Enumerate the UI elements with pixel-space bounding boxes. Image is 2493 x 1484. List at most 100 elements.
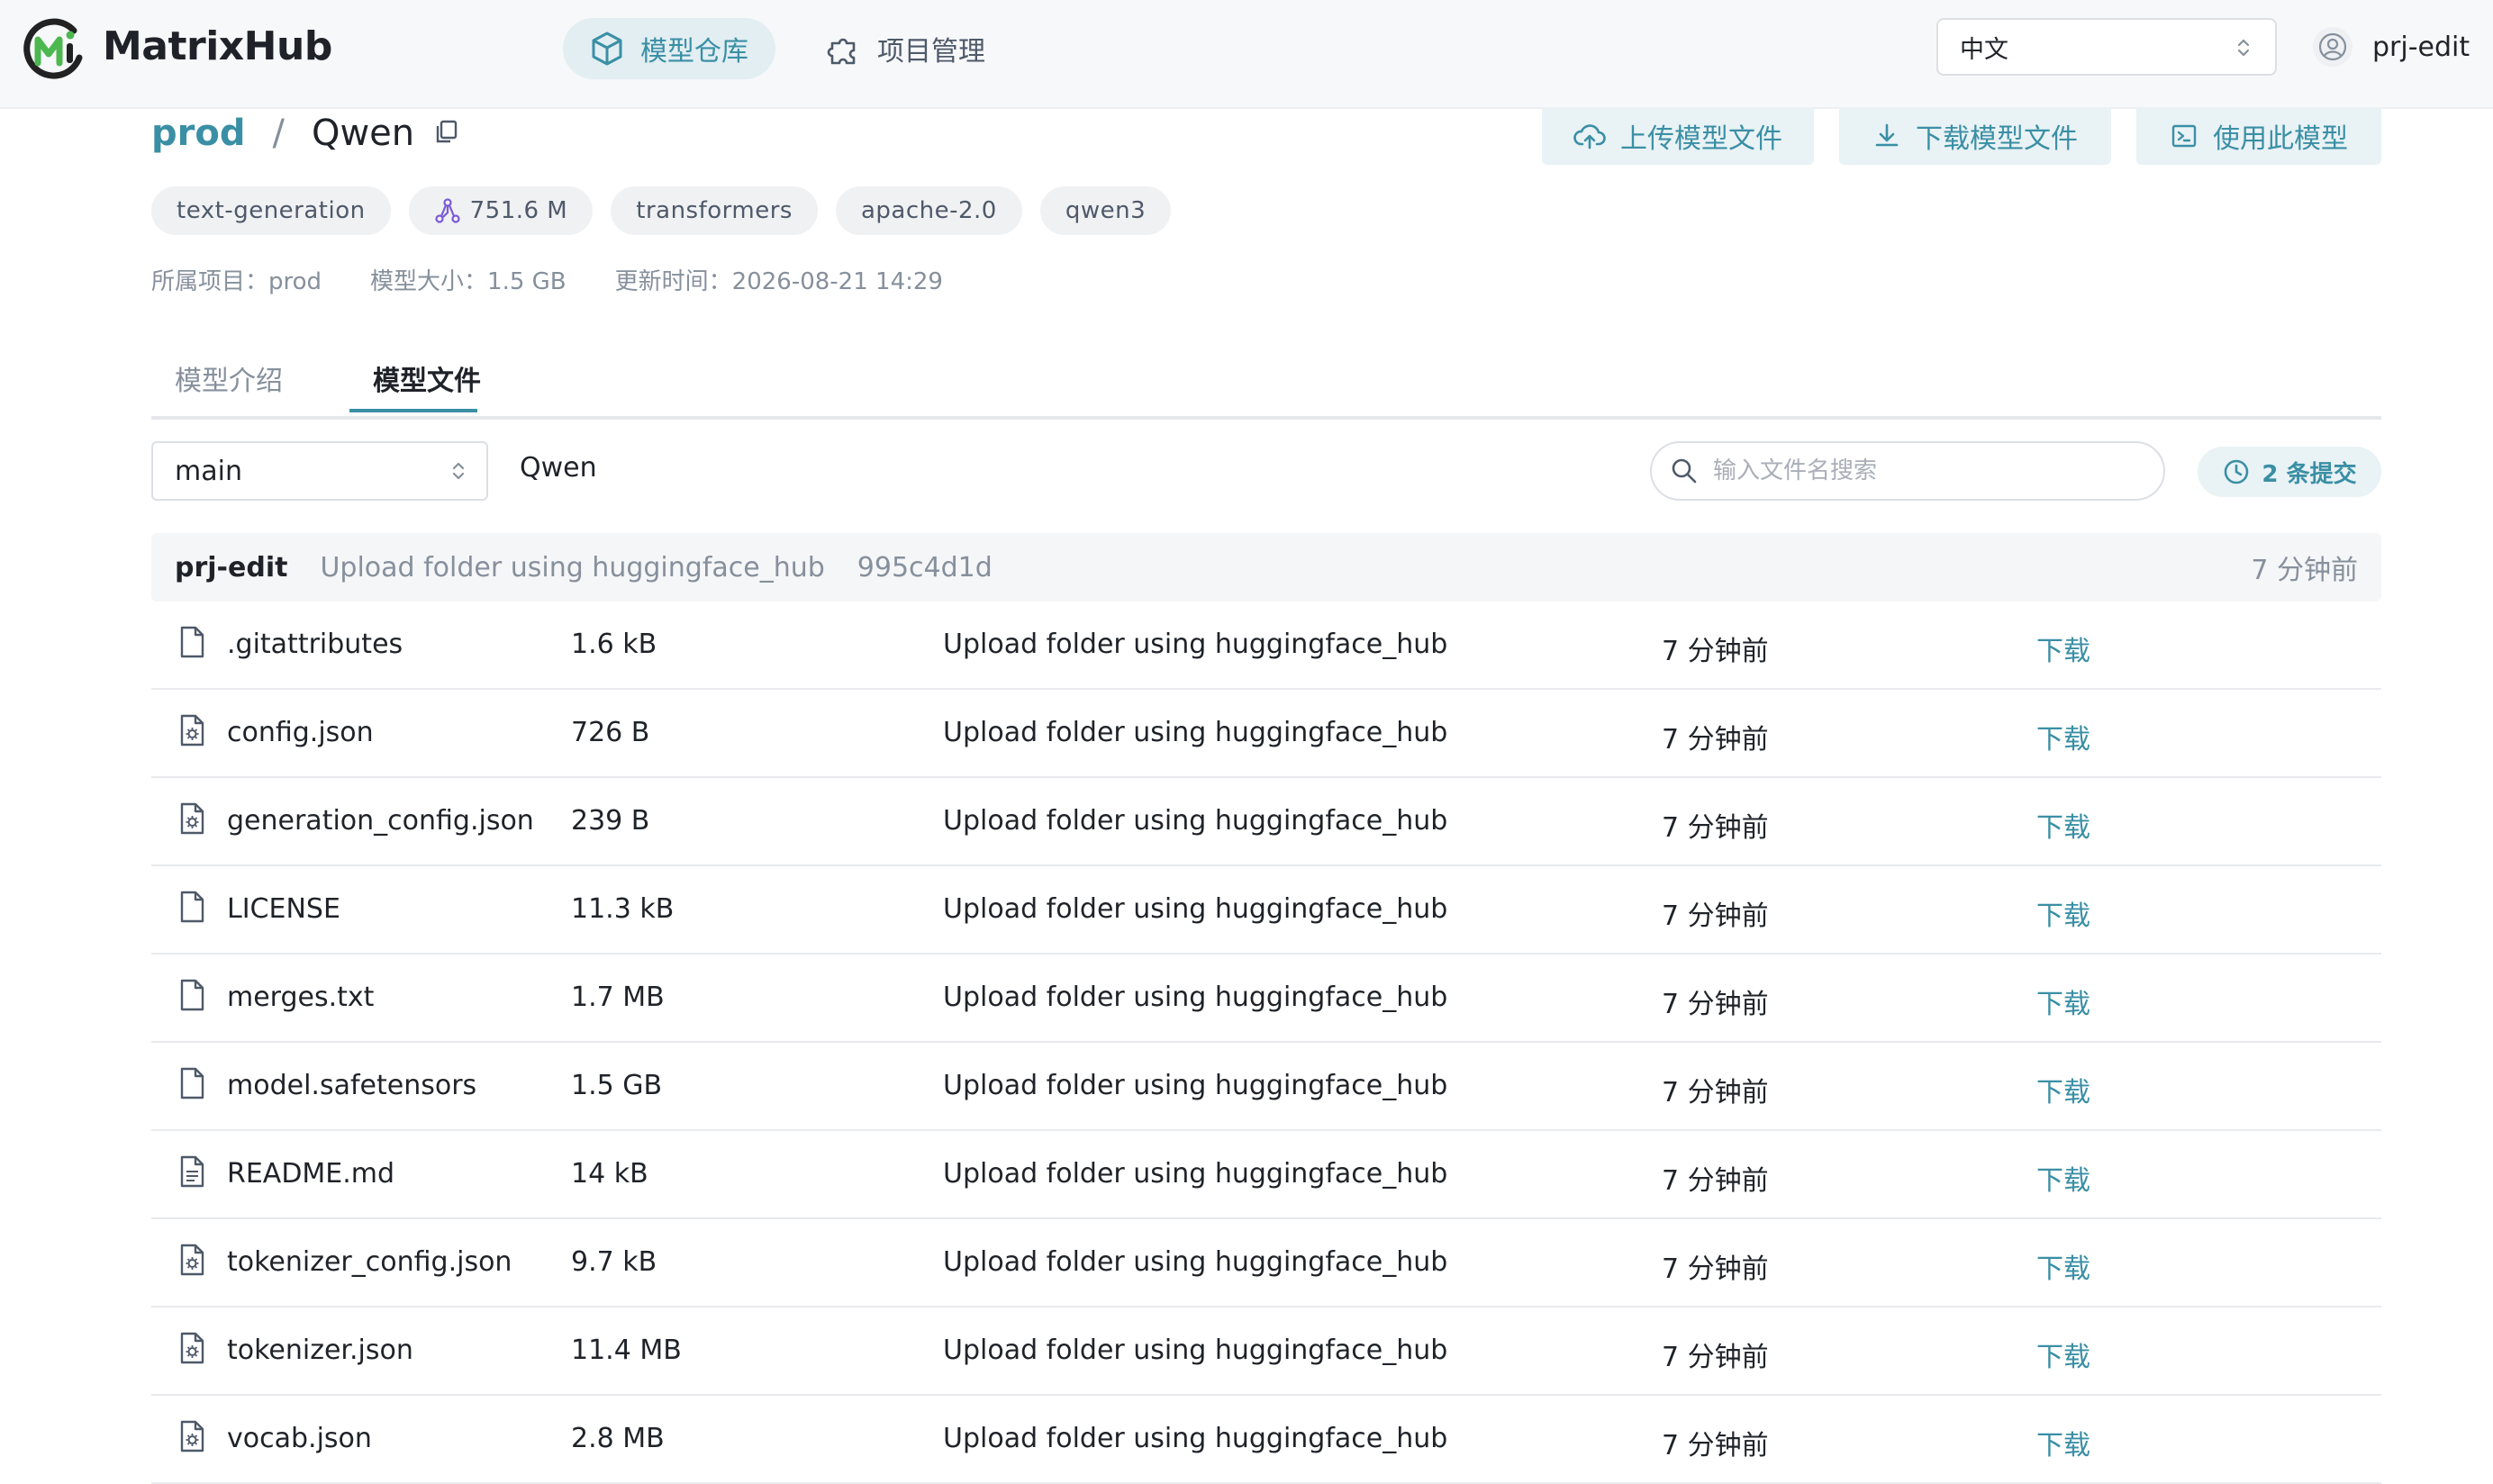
tag-model-type[interactable]: qwen3	[1039, 186, 1172, 235]
download-link[interactable]: 下载	[2036, 1246, 2090, 1286]
commit-author: prj-edit	[175, 551, 288, 584]
commit-time: 7 分钟前	[2251, 555, 2358, 586]
top-nav: MatrixHub 模型仓库 项目管理 中文 prj-edit	[0, 0, 2493, 109]
table-row: .gitattributes 1.6 kB Upload folder usin…	[151, 602, 2381, 690]
download-link[interactable]: 下载	[2036, 629, 2090, 668]
tab-model-intro[interactable]: 模型介绍	[175, 358, 283, 398]
download-link[interactable]: 下载	[2036, 1070, 2090, 1109]
search-input[interactable]	[1711, 457, 2138, 485]
content-tabs: 模型介绍 模型文件	[151, 353, 2381, 420]
language-select[interactable]: 中文	[1936, 18, 2277, 76]
file-name[interactable]: config.json	[227, 717, 374, 748]
download-label: 下载模型文件	[1916, 123, 2078, 155]
file-commit-message: Upload folder using huggingface_hub	[943, 1335, 1448, 1366]
file-size: 9.7 kB	[571, 1246, 657, 1278]
brand-name[interactable]: MatrixHub	[103, 23, 332, 69]
file-size: 1.7 MB	[571, 982, 665, 1013]
file-commit-message: Upload folder using huggingface_hub	[943, 717, 1448, 748]
nav-tab-label: 模型仓库	[640, 36, 748, 68]
download-model-files-button[interactable]: 下载模型文件	[1839, 107, 2111, 165]
tag-label: apache-2.0	[860, 197, 997, 224]
breadcrumb-separator: /	[272, 113, 285, 154]
file-name[interactable]: generation_config.json	[227, 805, 534, 837]
tag-task[interactable]: text-generation	[151, 186, 391, 235]
tag-library[interactable]: transformers	[611, 186, 818, 235]
config-file-icon	[177, 1243, 207, 1284]
file-name[interactable]: tokenizer.json	[227, 1335, 413, 1366]
download-link[interactable]: 下载	[2036, 893, 2090, 933]
tab-model-files[interactable]: 模型文件	[373, 358, 481, 398]
file-commit-message: Upload folder using huggingface_hub	[943, 1158, 1448, 1190]
file-name[interactable]: README.md	[227, 1158, 394, 1190]
clock-icon	[2225, 459, 2249, 484]
download-link[interactable]: 下载	[2036, 805, 2090, 845]
file-time: 7 分钟前	[1662, 812, 1769, 844]
file-name[interactable]: tokenizer_config.json	[227, 1246, 512, 1278]
tag-license[interactable]: apache-2.0	[835, 186, 1022, 235]
user-icon	[2318, 32, 2347, 61]
file-name[interactable]: model.safetensors	[227, 1070, 476, 1101]
file-name[interactable]: LICENSE	[227, 893, 340, 925]
nav-tab-project-mgmt[interactable]: 项目管理	[825, 18, 1023, 79]
meta-updated: 更新时间：2026-08-21 14:29	[614, 268, 943, 295]
breadcrumb-project-link[interactable]: prod	[151, 113, 245, 154]
file-time: 7 分钟前	[1662, 724, 1769, 756]
file-commit-message: Upload folder using huggingface_hub	[943, 982, 1448, 1013]
copy-icon[interactable]	[432, 118, 459, 145]
terminal-icon	[2171, 124, 2197, 148]
tag-label: text-generation	[177, 197, 366, 224]
breadcrumb: prod / Qwen	[151, 108, 459, 158]
table-row: generation_config.json 239 B Upload fold…	[151, 778, 2381, 866]
tag-params[interactable]: 751.6 M	[408, 186, 594, 235]
file-time: 7 分钟前	[1662, 636, 1769, 667]
download-link[interactable]: 下载	[2036, 1423, 2090, 1462]
config-file-icon	[177, 1419, 207, 1461]
file-table: .gitattributes 1.6 kB Upload folder usin…	[151, 602, 2381, 1484]
nav-tab-label: 项目管理	[877, 36, 985, 68]
active-tab-indicator	[349, 409, 477, 412]
username: prj-edit	[2372, 31, 2470, 63]
table-row: vocab.json 2.8 MB Upload folder using hu…	[151, 1396, 2381, 1484]
cube-icon	[592, 32, 622, 66]
download-link[interactable]: 下载	[2036, 717, 2090, 756]
network-icon	[435, 198, 460, 223]
file-icon	[177, 978, 207, 1019]
download-link[interactable]: 下载	[2036, 1158, 2090, 1198]
use-this-model-button[interactable]: 使用此模型	[2136, 107, 2381, 165]
table-row: tokenizer_config.json 9.7 kB Upload fold…	[151, 1219, 2381, 1308]
matrixhub-logo-icon[interactable]	[20, 16, 86, 83]
commit-message: Upload folder using huggingface_hub	[320, 551, 825, 584]
text-file-icon	[177, 1154, 207, 1196]
file-size: 726 B	[571, 717, 650, 748]
chevron-up-down-icon	[452, 462, 465, 480]
model-meta: 所属项目：prod 模型大小：1.5 GB 更新时间：2026-08-21 14…	[151, 263, 992, 296]
file-commit-message: Upload folder using huggingface_hub	[943, 1070, 1448, 1101]
file-size: 1.6 kB	[571, 629, 657, 660]
download-link[interactable]: 下载	[2036, 1335, 2090, 1374]
commit-history-button[interactable]: 2 条提交	[2198, 447, 2381, 497]
tag-label: qwen3	[1065, 197, 1147, 224]
file-icon	[177, 890, 207, 931]
commit-hash[interactable]: 995c4d1d	[857, 552, 993, 584]
download-link[interactable]: 下载	[2036, 982, 2090, 1021]
file-name[interactable]: .gitattributes	[227, 629, 403, 660]
user-menu[interactable]: prj-edit	[2313, 27, 2470, 67]
meta-size: 模型大小：1.5 GB	[370, 268, 567, 295]
config-file-icon	[177, 1331, 207, 1372]
file-time: 7 分钟前	[1662, 1077, 1769, 1108]
file-name[interactable]: merges.txt	[227, 982, 374, 1013]
search-icon	[1672, 458, 1697, 484]
branch-select[interactable]: main	[151, 441, 488, 501]
file-commit-message: Upload folder using huggingface_hub	[943, 629, 1448, 660]
file-size: 11.4 MB	[571, 1335, 682, 1366]
upload-label: 上传模型文件	[1620, 123, 1782, 155]
model-title: Qwen	[311, 113, 415, 154]
nav-tab-model-repo[interactable]: 模型仓库	[563, 18, 775, 79]
avatar[interactable]	[2313, 27, 2352, 67]
latest-commit-bar: prj-edit Upload folder using huggingface…	[151, 533, 2381, 602]
table-row: model.safetensors 1.5 GB Upload folder u…	[151, 1043, 2381, 1131]
tag-label: 751.6 M	[469, 197, 568, 224]
upload-model-files-button[interactable]: 上传模型文件	[1542, 107, 1814, 165]
chevron-up-down-icon	[2237, 39, 2250, 57]
table-row: tokenizer.json 11.4 MB Upload folder usi…	[151, 1308, 2381, 1396]
